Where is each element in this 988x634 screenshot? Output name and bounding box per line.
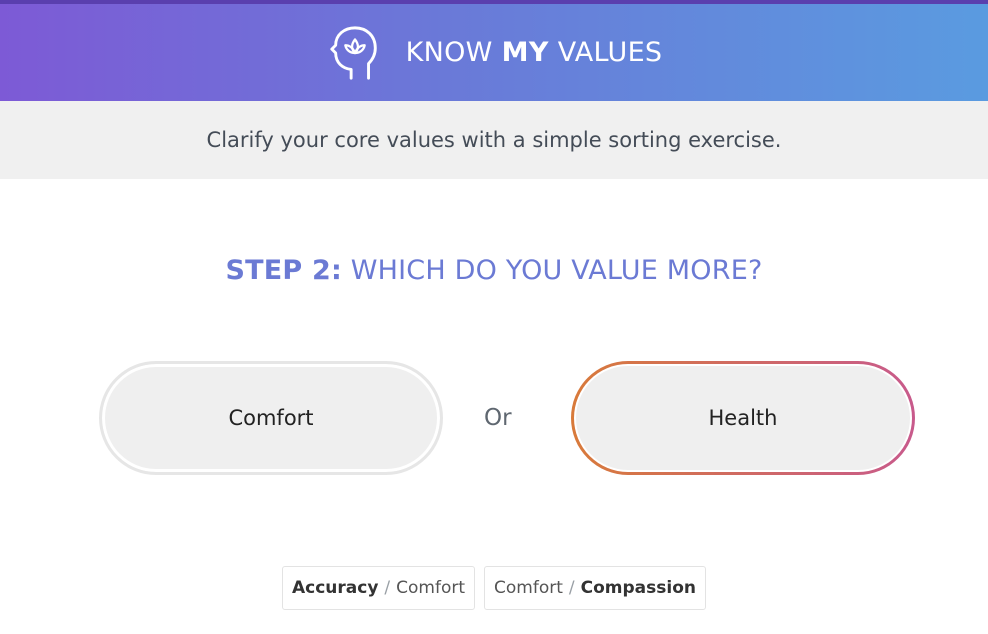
choice-right-face: Health <box>576 366 910 470</box>
app-header: KNOW MY VALUES <box>0 4 988 101</box>
brand-word-know: KNOW <box>405 37 493 68</box>
history-second-value: Compassion <box>580 578 696 598</box>
brand[interactable]: KNOW MY VALUES <box>326 24 663 82</box>
step-question: WHICH DO YOU VALUE MORE? <box>350 255 763 286</box>
history-chip[interactable]: Comfort / Compassion <box>484 566 706 610</box>
choice-left-label: Comfort <box>228 406 314 430</box>
choice-right-label: Health <box>708 406 778 430</box>
tagline-bar: Clarify your core values with a simple s… <box>0 101 988 179</box>
history-second-value: Comfort <box>396 578 466 598</box>
step-heading: STEP 2: WHICH DO YOU VALUE MORE? <box>0 255 988 286</box>
choice-row: Comfort Or Health <box>0 361 988 475</box>
comparison-history: Accuracy / Comfort Comfort / Compassion <box>0 566 988 610</box>
brand-word-my: MY <box>501 37 549 68</box>
history-chip[interactable]: Accuracy / Comfort <box>281 566 476 610</box>
choice-right-inner: Health <box>574 364 912 472</box>
brand-word-values: VALUES <box>557 37 663 68</box>
history-first-value: Accuracy <box>291 578 379 598</box>
head-lotus-icon <box>329 25 377 80</box>
history-first-value: Comfort <box>494 578 563 598</box>
choice-button-right[interactable]: Health <box>571 361 915 475</box>
choice-button-left[interactable]: Comfort <box>99 361 443 475</box>
tagline: Clarify your core values with a simple s… <box>206 128 782 152</box>
or-separator: Or <box>484 361 512 475</box>
step-label: STEP 2: <box>225 255 342 286</box>
or-label: Or <box>484 405 512 431</box>
history-separator: / <box>384 578 391 598</box>
brand-title: KNOW MY VALUES <box>406 37 663 68</box>
history-separator: / <box>568 578 575 598</box>
